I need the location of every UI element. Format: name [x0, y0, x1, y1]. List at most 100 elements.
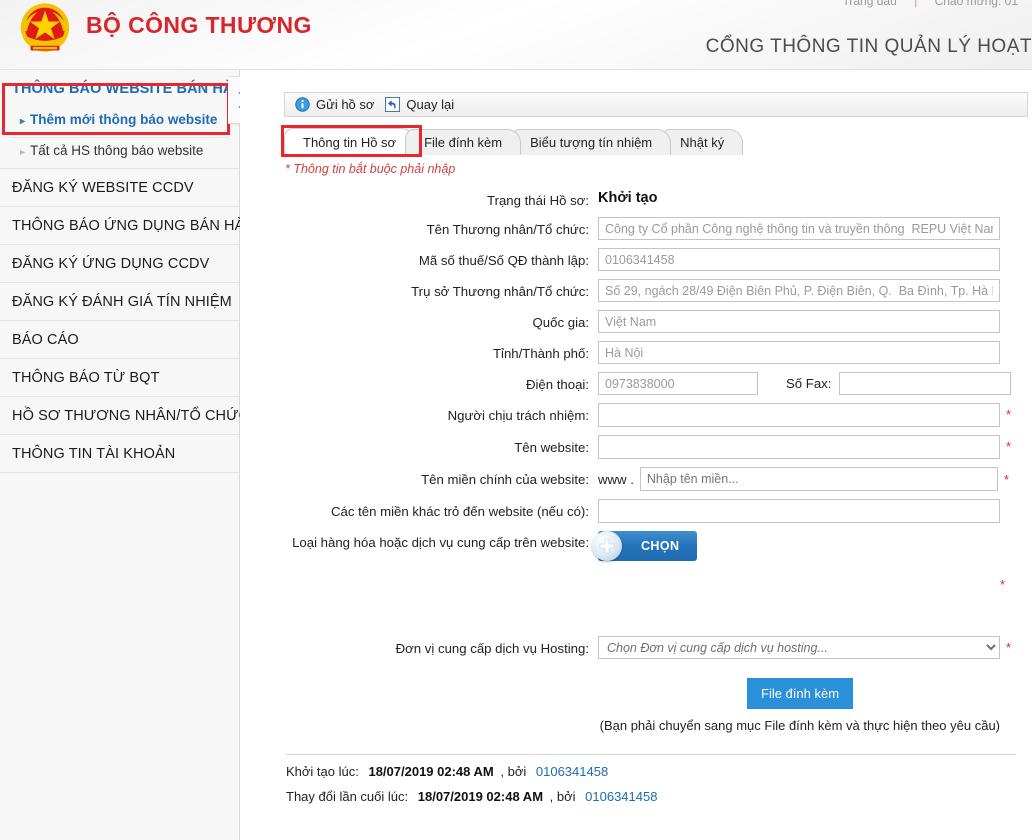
form-row-responsible-person: Người chịu trách nhiệm: *: [240, 403, 1032, 427]
sidebar-group-2: THÔNG BÁO ỨNG DỤNG BÁN HÀNG: [0, 207, 266, 245]
dossier-meta: Khởi tạo lúc: 18/07/2019 02:48 AM , bởi …: [286, 754, 1016, 814]
form-row-hosting-provider: Đơn vị cung cấp dịch vụ Hosting: Chọn Đơ…: [240, 636, 1032, 659]
tab-2[interactable]: Biểu tượng tín nhiệm: [511, 129, 672, 155]
tax-code-label: Mã số thuế/Số QĐ thành lập:: [418, 253, 589, 268]
attach-file-button[interactable]: File đính kèm: [747, 678, 854, 709]
select-goods-label: CHỌN: [641, 539, 680, 553]
submit-dossier-button[interactable]: Gửi hồ sơ: [293, 97, 383, 112]
sidebar-group-8: THÔNG TIN TÀI KHOẢN: [0, 435, 239, 473]
main-domain-required: *: [1003, 471, 1009, 487]
sidebar: THÔNG BÁO WEBSITE BÁN HÀNG ▸ Thêm mới thôn…: [0, 70, 266, 840]
sidebar-item-2[interactable]: THÔNG BÁO ỨNG DỤNG BÁN HÀNG: [0, 207, 266, 244]
hosting-provider-select[interactable]: Chọn Đơn vị cung cấp dịch vụ hosting...: [598, 636, 1000, 659]
hosting-provider-required: *: [1006, 640, 1012, 655]
chevron-right-icon: ▸: [20, 116, 26, 127]
status-label: Trạng thái Hồ sơ:: [487, 193, 589, 208]
back-button[interactable]: Quay lại: [383, 97, 463, 112]
merchant-name-input[interactable]: [598, 217, 1000, 240]
form-row-status: Trạng thái Hồ sơ: Khởi tạo: [240, 188, 1032, 209]
undo-icon: [385, 97, 401, 112]
head-office-label: Trụ sở Thương nhân/Tổ chức:: [411, 284, 589, 299]
domain-prefix: www .: [598, 471, 634, 487]
other-domains-label: Các tên miền khác trỏ đến website (nếu c…: [330, 504, 589, 519]
responsible-person-required: *: [1006, 407, 1012, 422]
form-row-phone-fax: Điện thoại: Số Fax:: [240, 372, 1032, 395]
sidebar-item-7[interactable]: HỒ SƠ THƯƠNG NHÂN/TỔ CHỨC: [0, 397, 249, 434]
website-name-input[interactable]: [598, 435, 1000, 459]
modified-by-user[interactable]: 0106341458: [585, 789, 657, 804]
sidebar-item-6[interactable]: THÔNG BÁO TỪ BQT: [0, 359, 239, 396]
main-domain-label: Tên miền chính của website:: [421, 472, 589, 487]
tab-strip: Thông tin Hồ sơ File đính kèm Biểu tượng t…: [284, 128, 744, 155]
sidebar-item-3[interactable]: ĐĂNG KÝ ỨNG DỤNG CCDV: [0, 245, 239, 282]
status-value: Khởi tạo: [598, 190, 658, 206]
form-row-country: Quốc gia:: [240, 310, 1032, 333]
created-by-label: , bởi: [500, 764, 527, 779]
top-nav-separator: |: [914, 0, 918, 8]
hosting-provider-label: Đơn vị cung cấp dịch vụ Hosting:: [395, 641, 589, 656]
sidebar-item-8[interactable]: THÔNG TIN TÀI KHOẢN: [0, 435, 239, 472]
phone-label: Điện thoại:: [525, 377, 589, 392]
sidebar-group-5: BÁO CÁO: [0, 321, 239, 359]
website-name-required: *: [1006, 439, 1012, 454]
sidebar-item-0[interactable]: THÔNG BÁO WEBSITE BÁN HÀNG: [0, 70, 255, 107]
portal-title: CỔNG THÔNG TIN QUẢN LÝ HOẠT: [705, 36, 1032, 57]
required-fields-note: * Thông tin bắt buộc phải nhập: [285, 162, 456, 176]
page-header: BỘ CÔNG THƯƠNG Trang đầu | Chào mừng: 01…: [0, 0, 1032, 70]
tab-3[interactable]: Nhật ký: [661, 129, 744, 155]
other-domains-input[interactable]: [598, 499, 1000, 523]
main-domain-input[interactable]: [639, 467, 998, 491]
sidebar-item-1[interactable]: ĐĂNG KÝ WEBSITE CCDV: [0, 169, 239, 206]
form-row-head-office: Trụ sở Thương nhân/Tổ chức:: [240, 279, 1032, 302]
meta-row-created: Khởi tạo lúc: 18/07/2019 02:48 AM , bởi …: [286, 764, 1016, 779]
country-input[interactable]: [598, 310, 1000, 333]
form-row-province: Tỉnh/Thành phố:: [240, 341, 1032, 364]
form-row-main-domain: Tên miền chính của website: www . *: [240, 467, 1032, 491]
province-label: Tỉnh/Thành phố:: [492, 346, 589, 361]
chevron-right-icon: ▸: [20, 147, 26, 158]
top-nav-home[interactable]: Trang đầu: [843, 0, 897, 8]
modified-label: Thay đổi lần cuối lúc:: [286, 789, 409, 804]
back-label: Quay lại: [406, 97, 455, 112]
form-row-merchant-name: Tên Thương nhân/Tổ chức:: [240, 217, 1032, 240]
form-row-goods-types: Loại hàng hóa hoặc dịch vụ cung cấp trên…: [240, 531, 1032, 592]
tab-1[interactable]: File đính kèm: [405, 129, 522, 155]
dossier-form: Trạng thái Hồ sơ: Khởi tạo Tên Thương nh…: [240, 188, 1032, 667]
tab-0[interactable]: Thông tin Hồ sơ: [284, 128, 416, 155]
ministry-title: BỘ CÔNG THƯƠNG: [86, 12, 312, 38]
responsible-person-label: Người chịu trách nhiệm:: [447, 408, 589, 423]
province-input[interactable]: [598, 341, 1000, 364]
fax-input[interactable]: [839, 372, 1012, 395]
top-nav-greeting: Chào mừng: 01: [934, 0, 1018, 8]
vietnam-emblem-icon: [20, 3, 70, 52]
sidebar-subitem-0-0[interactable]: ▸ Thêm mới thông báo website: [0, 107, 239, 137]
top-nav: Trang đầu | Chào mừng: 01: [843, 0, 1019, 8]
sidebar-subitem-label: Thêm mới thông báo website: [30, 112, 218, 127]
submit-dossier-label: Gửi hồ sơ: [316, 97, 375, 112]
attach-file-note: (Bạn phải chuyển sang mục File đính kèm …: [599, 718, 1000, 733]
website-name-label: Tên website:: [514, 440, 589, 455]
goods-types-required: *: [1000, 577, 1006, 592]
info-icon: [295, 97, 310, 112]
merchant-name-label: Tên Thương nhân/Tổ chức:: [426, 222, 589, 237]
sidebar-item-4[interactable]: ĐĂNG KÝ ĐÁNH GIÁ TÍN NHIỆM: [0, 283, 239, 320]
sidebar-group-4: ĐĂNG KÝ ĐÁNH GIÁ TÍN NHIỆM: [0, 283, 239, 321]
sidebar-item-5[interactable]: BÁO CÁO: [0, 321, 239, 358]
created-label: Khởi tạo lúc:: [286, 764, 359, 779]
select-goods-button[interactable]: CHỌN: [592, 531, 698, 561]
modified-by-label: , bởi: [549, 789, 576, 804]
responsible-person-input[interactable]: [598, 403, 1000, 427]
sidebar-subitem-label: Tất cả HS thông báo website: [30, 143, 204, 158]
tax-code-input[interactable]: [598, 248, 1000, 271]
meta-row-modified: Thay đổi lần cuối lúc: 18/07/2019 02:48 …: [286, 789, 1016, 804]
form-row-website-name: Tên website: *: [240, 435, 1032, 459]
sidebar-menu: THÔNG BÁO WEBSITE BÁN HÀNG ▸ Thêm mới thôn…: [0, 70, 266, 473]
head-office-input[interactable]: [598, 279, 1000, 302]
tab-bar: Thông tin Hồ sơ File đính kèm Biểu tượng t…: [284, 128, 744, 155]
sidebar-subitem-0-1[interactable]: ▸ Tất cả HS thông báo website: [0, 138, 239, 168]
plus-icon: [592, 531, 622, 561]
sidebar-group-6: THÔNG BÁO TỪ BQT: [0, 359, 239, 397]
created-by-user[interactable]: 0106341458: [536, 764, 608, 779]
phone-input[interactable]: [598, 372, 758, 395]
sidebar-group-1: ĐĂNG KÝ WEBSITE CCDV: [0, 169, 239, 207]
